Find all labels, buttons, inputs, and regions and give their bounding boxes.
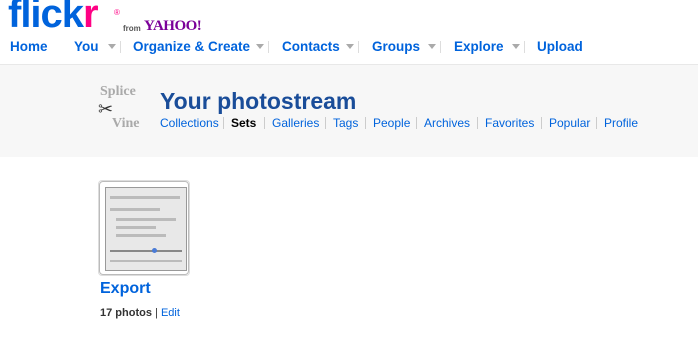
buddy-word-splice: Splice (100, 84, 136, 99)
set-title[interactable]: Export (100, 280, 151, 298)
tab-collections[interactable]: Collections (160, 115, 219, 131)
tab-popular[interactable]: Popular (549, 115, 590, 131)
subnav-divider (264, 117, 265, 129)
nav-you-chevron-down-icon[interactable] (108, 44, 116, 49)
tab-archives[interactable]: Archives (424, 115, 470, 131)
subnav-divider (541, 117, 542, 129)
thumb-detail (110, 208, 160, 211)
set-cover-image (105, 187, 187, 271)
main-nav: Home You Organize & Create Contacts Grou… (0, 38, 698, 62)
subnav-divider (416, 117, 417, 129)
set-meta: 17 photos | Edit (100, 307, 180, 319)
subnav-divider (325, 117, 326, 129)
tab-profile[interactable]: Profile (604, 115, 638, 131)
nav-divider (358, 41, 359, 53)
nav-organize-chevron-down-icon[interactable] (256, 44, 264, 49)
tab-galleries[interactable]: Galleries (272, 115, 319, 131)
nav-upload[interactable]: Upload (537, 38, 583, 56)
registered-mark: ® (114, 8, 120, 17)
from-label: from (123, 24, 141, 33)
thumb-detail (116, 234, 166, 237)
tab-favorites[interactable]: Favorites (485, 115, 534, 131)
buddy-word-vine: Vine (112, 116, 140, 131)
nav-groups-chevron-down-icon[interactable] (428, 44, 436, 49)
tab-tags[interactable]: Tags (333, 115, 358, 131)
thumb-detail (110, 260, 182, 262)
logo-text-r: r (83, 0, 99, 36)
thumb-detail (110, 250, 182, 252)
scissors-icon: ✂ (98, 99, 114, 119)
buddy-icon[interactable]: Splice ✂ Vine (98, 84, 150, 136)
nav-contacts[interactable]: Contacts (282, 38, 340, 56)
nav-divider (120, 41, 121, 53)
thumb-detail (116, 226, 156, 229)
nav-organize[interactable]: Organize & Create (133, 38, 250, 56)
set-thumbnail[interactable] (98, 180, 190, 276)
edit-link[interactable]: Edit (161, 307, 180, 319)
logo-text-flick: flick (8, 0, 84, 36)
nav-divider (524, 41, 525, 53)
subnav-divider (223, 117, 224, 129)
nav-contacts-chevron-down-icon[interactable] (346, 44, 354, 49)
subnav-divider (596, 117, 597, 129)
tab-people[interactable]: People (373, 115, 410, 131)
nav-you[interactable]: You (74, 38, 99, 56)
photo-count: 17 photos (100, 307, 152, 319)
nav-groups[interactable]: Groups (372, 38, 420, 56)
yahoo-logo: YAHOO! (144, 18, 202, 34)
tab-sets[interactable]: Sets (231, 115, 256, 131)
page-title: Your photostream (160, 88, 357, 114)
thumb-detail (116, 218, 176, 221)
subnav-divider (365, 117, 366, 129)
nav-explore[interactable]: Explore (454, 38, 504, 56)
nav-divider (268, 41, 269, 53)
thumb-detail (110, 196, 180, 199)
nav-explore-chevron-down-icon[interactable] (512, 44, 520, 49)
set-stack-front (99, 181, 189, 275)
thumb-detail (152, 248, 157, 253)
meta-separator: | (155, 307, 158, 319)
nav-home[interactable]: Home (10, 38, 48, 56)
subnav-divider (477, 117, 478, 129)
nav-divider (440, 41, 441, 53)
